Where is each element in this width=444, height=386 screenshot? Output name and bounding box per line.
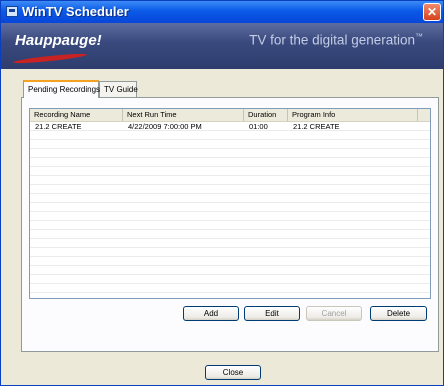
table-row [30,158,430,167]
table-row [30,221,430,230]
brand-banner: Hauppauge! TV for the digital generation… [1,23,443,69]
table-row [30,230,430,239]
app-window-icon [6,6,18,17]
column-recording-name[interactable]: Recording Name [30,109,123,121]
column-program-info[interactable]: Program Info [288,109,418,121]
table-row [30,149,430,158]
table-row [30,167,430,176]
brand-logo: Hauppauge! [15,32,102,49]
list-header: Recording Name Next Run Time Duration Pr… [30,109,430,122]
table-row [30,239,430,248]
trademark-mark: ™ [415,32,423,41]
tagline-text: TV for the digital generation [249,32,415,48]
table-row [30,185,430,194]
table-cell: 01:00 [249,122,268,131]
table-cell: 21.2 CREATE [35,122,82,131]
tagline: TV for the digital generation™ [249,32,423,48]
table-row [30,140,430,149]
table-row [30,248,430,257]
table-row [30,131,430,140]
cancel-button: Cancel [306,306,362,321]
edit-button[interactable]: Edit [244,306,300,321]
add-button[interactable]: Add [183,306,239,321]
title-bar[interactable]: WinTV Scheduler ✕ [1,1,443,23]
table-row [30,284,430,293]
brand-swoosh [12,52,88,65]
table-row[interactable]: 21.2 CREATE 4/22/2009 7:00:00 PM 01:00 21.2… [30,122,430,131]
column-duration[interactable]: Duration [244,109,288,121]
table-cell: 21.2 CREATE [293,122,340,131]
tab-pending-recordings[interactable]: Pending Recordings [23,80,100,98]
table-row [30,203,430,212]
table-row [30,176,430,185]
table-cell: 4/22/2009 7:00:00 PM [128,122,202,131]
recordings-list[interactable]: Recording Name Next Run Time Duration Pr… [29,108,431,299]
scheduler-window: WinTV Scheduler ✕ Hauppauge! TV for the … [0,0,444,386]
window-title: WinTV Scheduler [22,4,129,19]
table-row [30,212,430,221]
tab-tv-guide[interactable]: TV Guide [99,81,138,97]
column-next-run-time[interactable]: Next Run Time [123,109,244,121]
delete-button[interactable]: Delete [370,306,427,321]
table-row [30,275,430,284]
table-row [30,257,430,266]
table-row [30,194,430,203]
close-icon[interactable]: ✕ [423,3,441,21]
close-button[interactable]: Close [205,365,261,380]
table-row [30,266,430,275]
